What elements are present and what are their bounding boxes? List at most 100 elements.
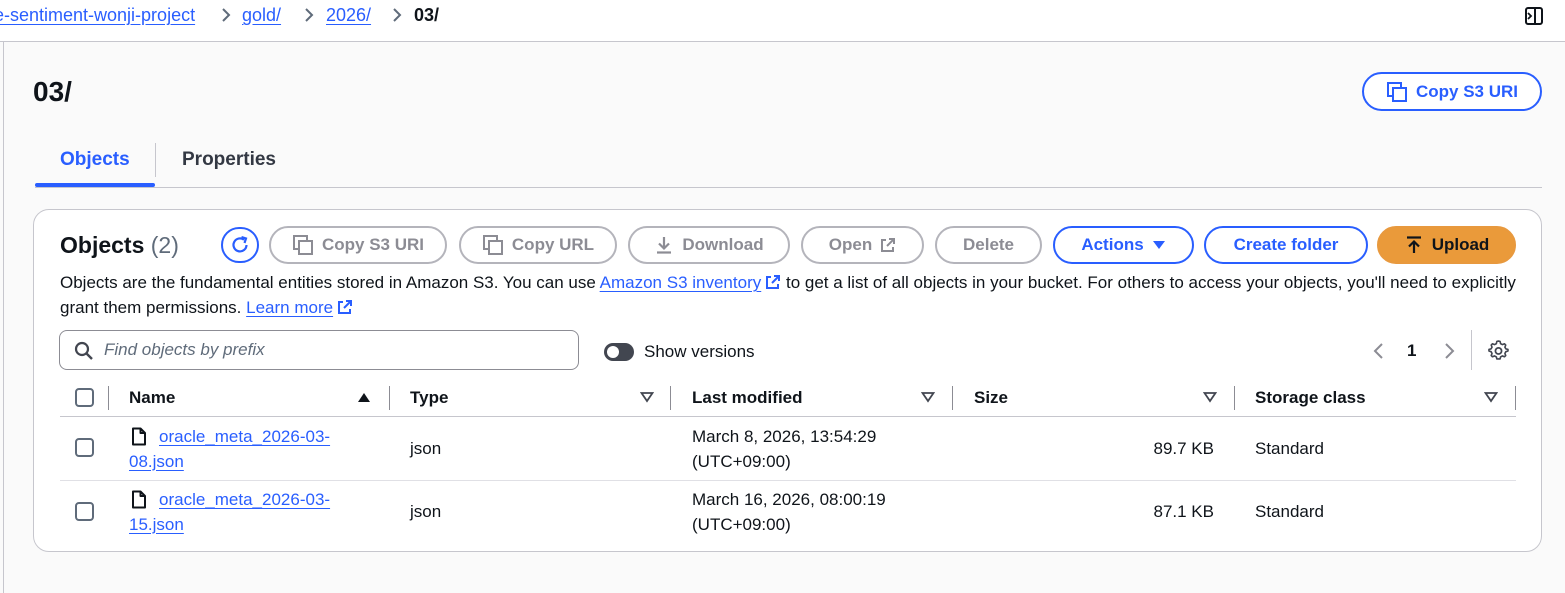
column-separator — [670, 386, 671, 410]
side-panel-icon[interactable] — [1523, 5, 1545, 27]
download-icon — [657, 237, 672, 254]
page-number[interactable]: 1 — [1407, 340, 1416, 362]
object-size: 87.1 KB — [1153, 502, 1215, 521]
delete-label: Delete — [962, 235, 1015, 254]
chevron-right-icon — [305, 8, 314, 22]
object-type: json — [410, 439, 442, 458]
search-icon — [74, 341, 93, 360]
object-size: 89.7 KB — [1153, 439, 1215, 458]
row-divider — [60, 480, 1516, 481]
learn-more-link[interactable]: Learn more — [246, 298, 353, 317]
breadcrumb: e-sentiment-wonji-project gold/ 2026/ 03… — [0, 0, 1565, 42]
chevron-right-icon — [222, 8, 231, 22]
toggle-knob — [607, 346, 619, 358]
object-last-modified-tz: (UTC+09:00) — [692, 515, 791, 534]
file-icon — [132, 490, 146, 509]
object-name-link[interactable]: 15.json — [129, 512, 184, 537]
pager-divider — [1471, 330, 1472, 370]
select-all-checkbox[interactable] — [75, 388, 94, 407]
sort-desc-icon[interactable] — [1484, 391, 1498, 403]
upload-button[interactable]: Upload — [1377, 226, 1516, 264]
row-checkbox[interactable] — [75, 502, 94, 521]
object-type: json — [410, 502, 442, 521]
delete-button[interactable]: Delete — [935, 226, 1042, 264]
object-name-link[interactable]: 08.json — [129, 449, 184, 474]
copy-url-label: Copy URL — [511, 235, 595, 254]
caret-down-icon — [1152, 241, 1165, 249]
actions-label: Actions — [1081, 235, 1144, 254]
column-header-type[interactable]: Type — [410, 386, 448, 410]
breadcrumb-bucket-link[interactable]: e-sentiment-wonji-project — [0, 4, 195, 26]
column-separator — [1234, 386, 1235, 410]
chevron-left-icon[interactable] — [1370, 341, 1388, 361]
tabs-divider — [35, 187, 1542, 188]
copy-s3-uri-label: Copy S3 URI — [1415, 81, 1519, 101]
tab-divider — [155, 143, 156, 177]
object-storage-class: Standard — [1255, 502, 1324, 521]
external-link-icon — [338, 300, 353, 314]
upload-icon — [1406, 236, 1421, 253]
copy-s3-uri-objects-label: Copy S3 URI — [321, 235, 425, 254]
download-button[interactable]: Download — [628, 226, 790, 264]
table-header-divider — [60, 416, 1516, 417]
objects-panel-title: Objects (2) — [60, 231, 179, 259]
column-separator — [389, 386, 390, 410]
copy-url-button[interactable]: Copy URL — [459, 226, 617, 264]
object-name-link[interactable]: oracle_meta_2026-03- — [159, 487, 330, 512]
object-last-modified: March 8, 2026, 13:54:29 — [692, 427, 877, 446]
description-text-1: Objects are the fundamental entities sto… — [60, 273, 596, 292]
sort-desc-icon[interactable] — [640, 391, 654, 403]
objects-description: Objects are the fundamental entities sto… — [60, 270, 1530, 320]
page-edge — [3, 42, 4, 593]
column-header-name[interactable]: Name — [129, 386, 175, 410]
sort-desc-icon[interactable] — [921, 391, 935, 403]
copy-icon — [482, 235, 503, 255]
column-header-last-modified[interactable]: Last modified — [692, 386, 803, 410]
copy-s3-uri-button[interactable]: Copy S3 URI — [1362, 72, 1542, 111]
object-last-modified: March 16, 2026, 08:00:19 — [692, 490, 886, 509]
chevron-right-icon[interactable] — [1440, 341, 1458, 361]
object-name-link[interactable]: oracle_meta_2026-03- — [159, 424, 330, 449]
create-folder-label: Create folder — [1233, 235, 1339, 254]
s3-inventory-link[interactable]: Amazon S3 inventory — [600, 273, 782, 292]
upload-label: Upload — [1431, 235, 1490, 254]
copy-s3-uri-objects-button[interactable]: Copy S3 URI — [269, 226, 447, 264]
open-label: Open — [828, 235, 873, 254]
s3-inventory-link-label: Amazon S3 inventory — [599, 273, 762, 292]
search-box — [59, 330, 579, 370]
learn-more-label: Learn more — [246, 298, 334, 317]
row-checkbox[interactable] — [75, 438, 94, 457]
object-storage-class: Standard — [1255, 439, 1324, 458]
tab-objects[interactable]: Objects — [60, 148, 130, 172]
show-versions-label: Show versions — [644, 342, 755, 361]
show-versions-toggle[interactable] — [604, 343, 634, 361]
objects-title: Objects — [60, 232, 145, 258]
object-last-modified-tz: (UTC+09:00) — [692, 452, 791, 471]
external-link-icon — [881, 238, 896, 252]
copy-icon — [292, 235, 313, 255]
breadcrumb-gold-link[interactable]: gold/ — [242, 4, 281, 26]
column-separator — [1515, 386, 1516, 410]
create-folder-button[interactable]: Create folder — [1204, 226, 1368, 264]
column-separator — [108, 386, 109, 410]
download-label: Download — [682, 235, 764, 254]
objects-count: (2) — [150, 232, 179, 258]
open-button[interactable]: Open — [801, 226, 924, 264]
chevron-right-icon — [393, 8, 402, 22]
column-separator — [952, 386, 953, 410]
external-link-icon — [766, 275, 781, 289]
sort-desc-icon[interactable] — [1203, 391, 1217, 403]
refresh-icon — [232, 235, 248, 253]
search-input[interactable] — [104, 331, 564, 369]
column-header-size[interactable]: Size — [974, 386, 1008, 410]
sort-asc-icon[interactable] — [357, 391, 371, 403]
breadcrumb-current: 03/ — [414, 5, 440, 25]
copy-icon — [1386, 81, 1407, 102]
refresh-button[interactable] — [221, 227, 259, 263]
gear-icon[interactable] — [1488, 340, 1509, 361]
breadcrumb-2026-link[interactable]: 2026/ — [326, 4, 371, 26]
tab-properties[interactable]: Properties — [182, 148, 276, 172]
page-title: 03/ — [33, 76, 72, 107]
actions-dropdown-button[interactable]: Actions — [1053, 226, 1194, 264]
column-header-storage-class[interactable]: Storage class — [1255, 386, 1366, 410]
